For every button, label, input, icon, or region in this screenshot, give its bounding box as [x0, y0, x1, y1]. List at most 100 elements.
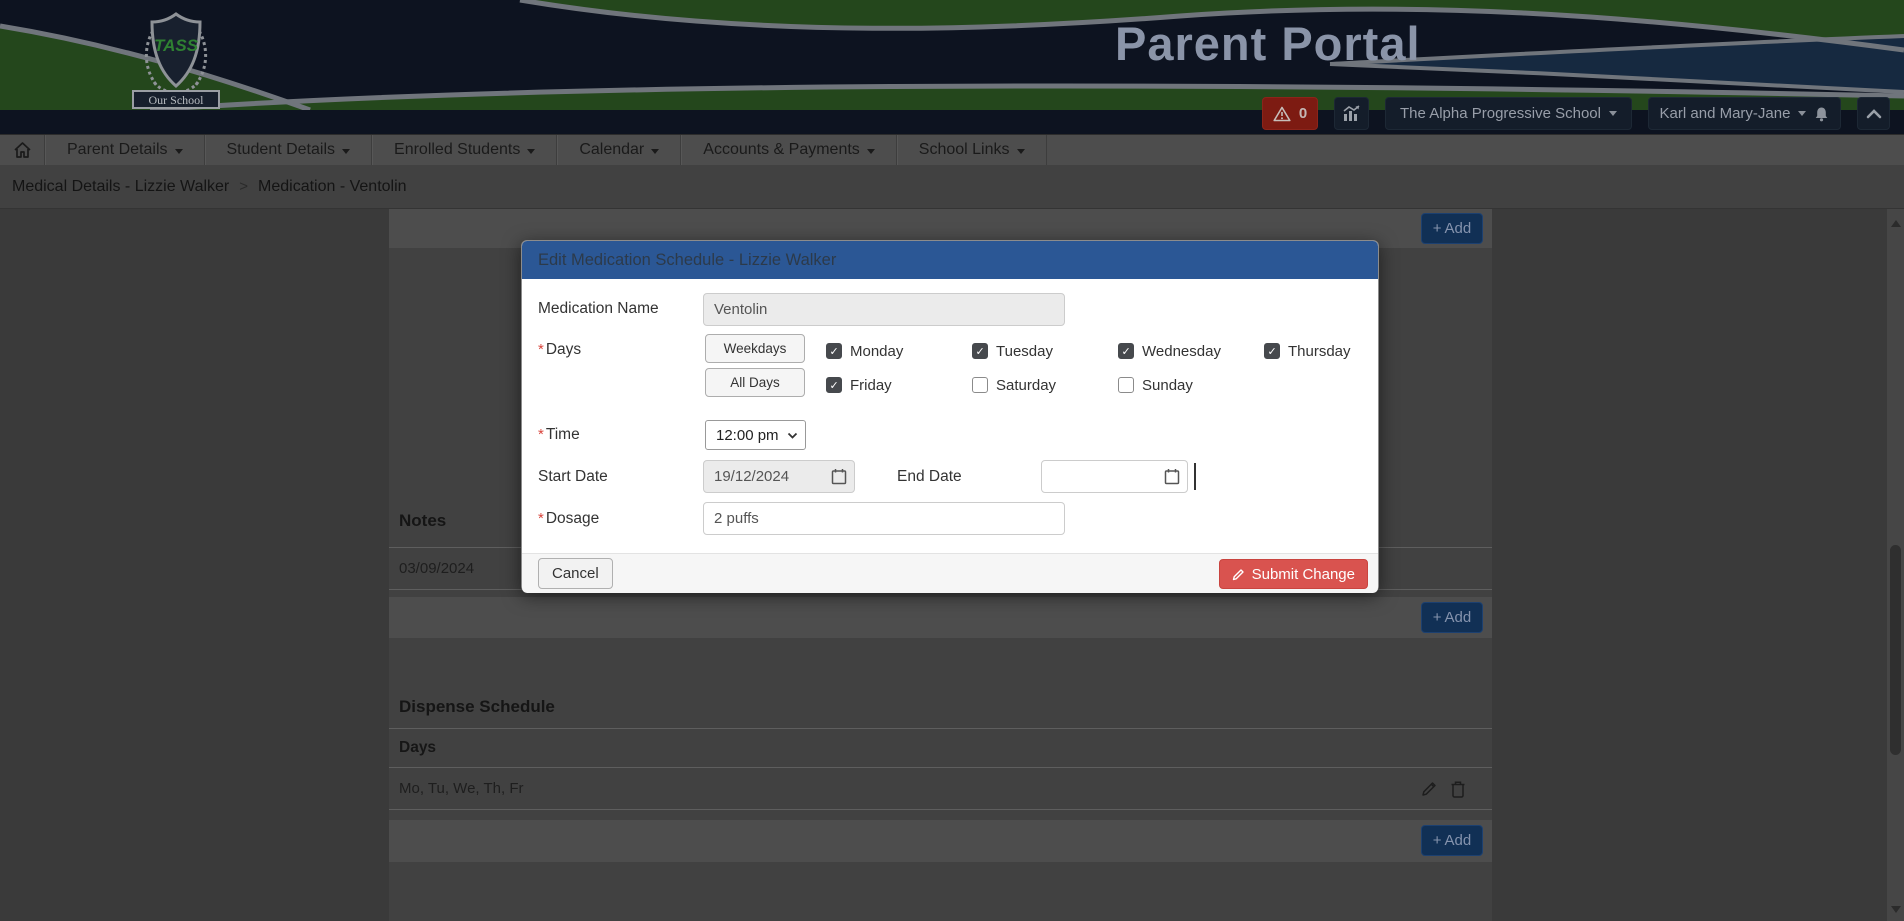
dispense-schedule-header-row: Days [389, 728, 1492, 768]
modal-title: Edit Medication Schedule - Lizzie Walker [538, 251, 836, 270]
medication-name-input [703, 293, 1065, 326]
time-select-value: 12:00 pm [716, 427, 779, 444]
breadcrumb-current[interactable]: Medical Details - Lizzie Walker [12, 178, 229, 196]
add-button[interactable]: + Add [1421, 213, 1483, 244]
checkbox-thursday-label: Thursday [1288, 343, 1351, 360]
logo-crest-text: TASS [154, 36, 199, 55]
nav-item-school-links[interactable]: School Links [897, 135, 1047, 165]
checkbox-saturday-label: Saturday [996, 377, 1056, 394]
header-banner: TASS Our School Parent Portal 0 The A [0, 0, 1904, 134]
checkbox-tuesday-label: Tuesday [996, 343, 1053, 360]
breadcrumb-separator: > [239, 178, 248, 195]
delete-trash-icon[interactable] [1450, 780, 1466, 798]
checkbox-tuesday[interactable] [972, 343, 988, 359]
start-date-label: Start Date [538, 468, 608, 486]
nav-item-accounts-payments[interactable]: Accounts & Payments [681, 135, 897, 165]
end-date-label: End Date [897, 468, 962, 486]
end-date-field [1041, 460, 1188, 493]
breadcrumb-sub: Medication - Ventolin [258, 178, 407, 196]
alerts-button[interactable]: 0 [1262, 97, 1318, 130]
chevron-down-icon [175, 149, 183, 154]
school-logo: TASS Our School [126, 6, 226, 110]
user-selector-label: Karl and Mary-Jane [1660, 105, 1791, 122]
dosage-input[interactable] [703, 502, 1065, 535]
scroll-down-arrow[interactable] [1887, 901, 1904, 918]
modal-footer: Cancel Submit Change [522, 553, 1378, 593]
chevron-down-icon [787, 432, 798, 439]
checkbox-friday-label: Friday [850, 377, 892, 394]
chevron-down-icon [342, 149, 350, 154]
cancel-button[interactable]: Cancel [538, 558, 613, 589]
pencil-icon [1232, 568, 1245, 581]
nav-item-label: School Links [919, 141, 1010, 159]
school-selector-label: The Alpha Progressive School [1400, 105, 1601, 122]
modal-header: Edit Medication Schedule - Lizzie Walker [522, 241, 1378, 279]
chevron-up-icon [1866, 109, 1882, 119]
edit-medication-schedule-modal: Edit Medication Schedule - Lizzie Walker… [521, 240, 1379, 592]
nav-item-student-details[interactable]: Student Details [205, 135, 373, 165]
bell-icon [1814, 106, 1829, 122]
nav-item-label: Parent Details [67, 141, 168, 159]
nav-item-label: Accounts & Payments [703, 141, 860, 159]
checkbox-monday-label: Monday [850, 343, 903, 360]
add-button[interactable]: + Add [1421, 825, 1483, 856]
add-button-label: Add [1445, 220, 1472, 237]
nav-item-label: Student Details [227, 141, 336, 159]
calendar-icon[interactable] [1164, 468, 1180, 485]
bar-chart-icon [1342, 105, 1361, 122]
school-selector[interactable]: The Alpha Progressive School [1385, 97, 1632, 130]
medication-name-label: Medication Name [538, 300, 659, 318]
start-date-field [703, 460, 855, 493]
nav-item-enrolled-students[interactable]: Enrolled Students [372, 135, 557, 165]
user-selector[interactable]: Karl and Mary-Jane [1648, 97, 1841, 130]
scrollbar-thumb[interactable] [1890, 545, 1901, 755]
checkbox-wednesday-label: Wednesday [1142, 343, 1221, 360]
chevron-down-icon [1798, 111, 1806, 116]
main-nav: Parent Details Student Details Enrolled … [0, 134, 1904, 165]
days-label: Days [538, 341, 581, 359]
time-label: Time [538, 426, 580, 444]
submit-change-button[interactable]: Submit Change [1219, 559, 1368, 589]
checkbox-friday[interactable] [826, 377, 842, 393]
nav-home-button[interactable] [0, 135, 45, 165]
edit-pencil-icon[interactable] [1420, 780, 1438, 798]
submit-change-label: Submit Change [1252, 566, 1355, 583]
checkbox-thursday[interactable] [1264, 343, 1280, 359]
checkbox-saturday[interactable] [972, 377, 988, 393]
time-select[interactable]: 12:00 pm [705, 420, 806, 450]
notes-heading: Notes [399, 511, 446, 531]
column-days: Days [399, 739, 436, 757]
collapse-header-button[interactable] [1857, 97, 1890, 130]
warning-triangle-icon [1273, 106, 1291, 122]
breadcrumb: Medical Details - Lizzie Walker > Medica… [0, 165, 1904, 209]
checkbox-sunday[interactable] [1118, 377, 1134, 393]
portal-title: Parent Portal [1115, 16, 1535, 71]
stats-button[interactable] [1334, 97, 1369, 130]
plus-icon: + [1433, 832, 1442, 849]
nav-item-parent-details[interactable]: Parent Details [45, 135, 205, 165]
banner-artwork [0, 0, 1904, 110]
chevron-down-icon [1017, 149, 1025, 154]
checkbox-wednesday[interactable] [1118, 343, 1134, 359]
dosage-label: Dosage [538, 510, 599, 528]
scroll-up-arrow[interactable] [1887, 215, 1904, 232]
add-button-label: Add [1445, 609, 1472, 626]
vertical-scrollbar[interactable] [1887, 209, 1904, 921]
chevron-down-icon [527, 149, 535, 154]
nav-item-calendar[interactable]: Calendar [557, 135, 681, 165]
chevron-down-icon [867, 149, 875, 154]
add-button[interactable]: + Add [1421, 602, 1483, 633]
nav-item-label: Calendar [579, 141, 644, 159]
text-cursor [1194, 463, 1196, 490]
logo-banner-text: Our School [149, 93, 205, 107]
parent-portal-page: TASS Our School Parent Portal 0 The A [0, 0, 1904, 921]
plus-icon: + [1433, 220, 1442, 237]
calendar-icon [831, 468, 847, 485]
all-days-button[interactable]: All Days [705, 368, 805, 397]
home-icon [13, 141, 32, 159]
weekdays-button[interactable]: Weekdays [705, 334, 805, 363]
chevron-down-icon [1609, 111, 1617, 116]
alert-count: 0 [1299, 105, 1307, 122]
checkbox-monday[interactable] [826, 343, 842, 359]
plus-icon: + [1433, 609, 1442, 626]
